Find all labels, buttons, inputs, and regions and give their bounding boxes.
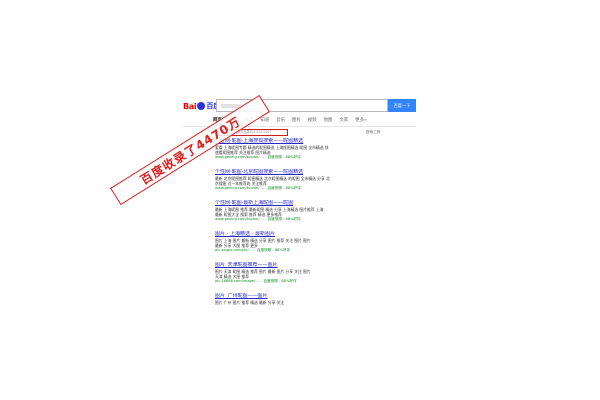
result-item: 个性网·昵图·上海搜狐搜索——昵图精选 爱看 上海昵图专题 精选的昵图精选 上海…: [215, 138, 385, 169]
logo-text-bai: Bai: [183, 101, 197, 111]
tab-video[interactable]: 视频: [308, 117, 317, 125]
result-item: 图片_天津昵图推荐——图片 图片 天津 昵图 精选 推荐 图片 最新 图片 分享…: [215, 262, 385, 293]
result-url[interactable]: www.gexing.com/tupian/ ... - 百度快照 - 88%好…: [215, 186, 385, 191]
tab-more[interactable]: 更多»: [355, 117, 366, 125]
result-url[interactable]: www.gexing.com/tupian/ ... - 百度快照 - 88%好…: [215, 217, 385, 222]
tab-music[interactable]: 音乐: [276, 117, 285, 125]
result-item: 图片_广州昵图——图片 图片 广州 图片 推荐 精选 最新 分享 关注: [215, 293, 385, 309]
result-title-link[interactable]: 个性网·昵图·北京昵图搜索——昵图精选: [215, 169, 385, 176]
result-url[interactable]: pic.sogou.com/pic/ ... - 百度快照 - 88%好评: [215, 248, 385, 253]
result-title-link[interactable]: 个性网·昵图·上海搜狐搜索——昵图精选: [215, 138, 385, 145]
tab-map[interactable]: 地图: [324, 117, 333, 125]
tab-images[interactable]: 图片: [292, 117, 301, 125]
result-snippet: 图片 广州 图片 推荐 精选 最新 分享 关注: [215, 300, 285, 305]
result-item: 个性网·昵图·北京昵图搜索——昵图精选 最新 北京昵图推荐 昵图精选 北京昵图精…: [215, 169, 385, 200]
result-title-link[interactable]: 图片_广州昵图——图片: [215, 293, 385, 300]
result-list: 个性网·昵图·上海搜狐搜索——昵图精选 爱看 上海昵图专题 精选的昵图精选 上海…: [215, 138, 385, 309]
result-url[interactable]: www.gexing.com/tupian/ ... - 百度快照 - 88%好…: [215, 155, 385, 160]
baidu-logo[interactable]: Bai 百度: [183, 100, 220, 112]
result-url[interactable]: pic.16888.com/image/ ... - 百度快照 - 88%好评: [215, 279, 385, 284]
result-title-link[interactable]: 图片 - 上海精选 - 最新图片: [215, 231, 385, 238]
search-tools-link[interactable]: 搜索工具: [366, 130, 380, 135]
tab-zhidao[interactable]: 知道: [260, 117, 269, 125]
result-title-link[interactable]: 个性网·昵图·最新上海昵图——昵图: [215, 200, 385, 207]
result-item: 个性网·昵图·最新上海昵图——昵图 最新 上海昵图 推荐 最新昵图 精选 分享 …: [215, 200, 385, 231]
tab-wenku[interactable]: 文库: [339, 117, 348, 125]
result-title-link[interactable]: 图片_天津昵图推荐——图片: [215, 262, 385, 269]
result-item: 图片 - 上海精选 - 最新图片 图片 上海 图片 最新 精选 分享 图片 推荐…: [215, 231, 385, 262]
paw-icon: [197, 102, 206, 110]
search-button[interactable]: 百度一下: [388, 99, 416, 112]
